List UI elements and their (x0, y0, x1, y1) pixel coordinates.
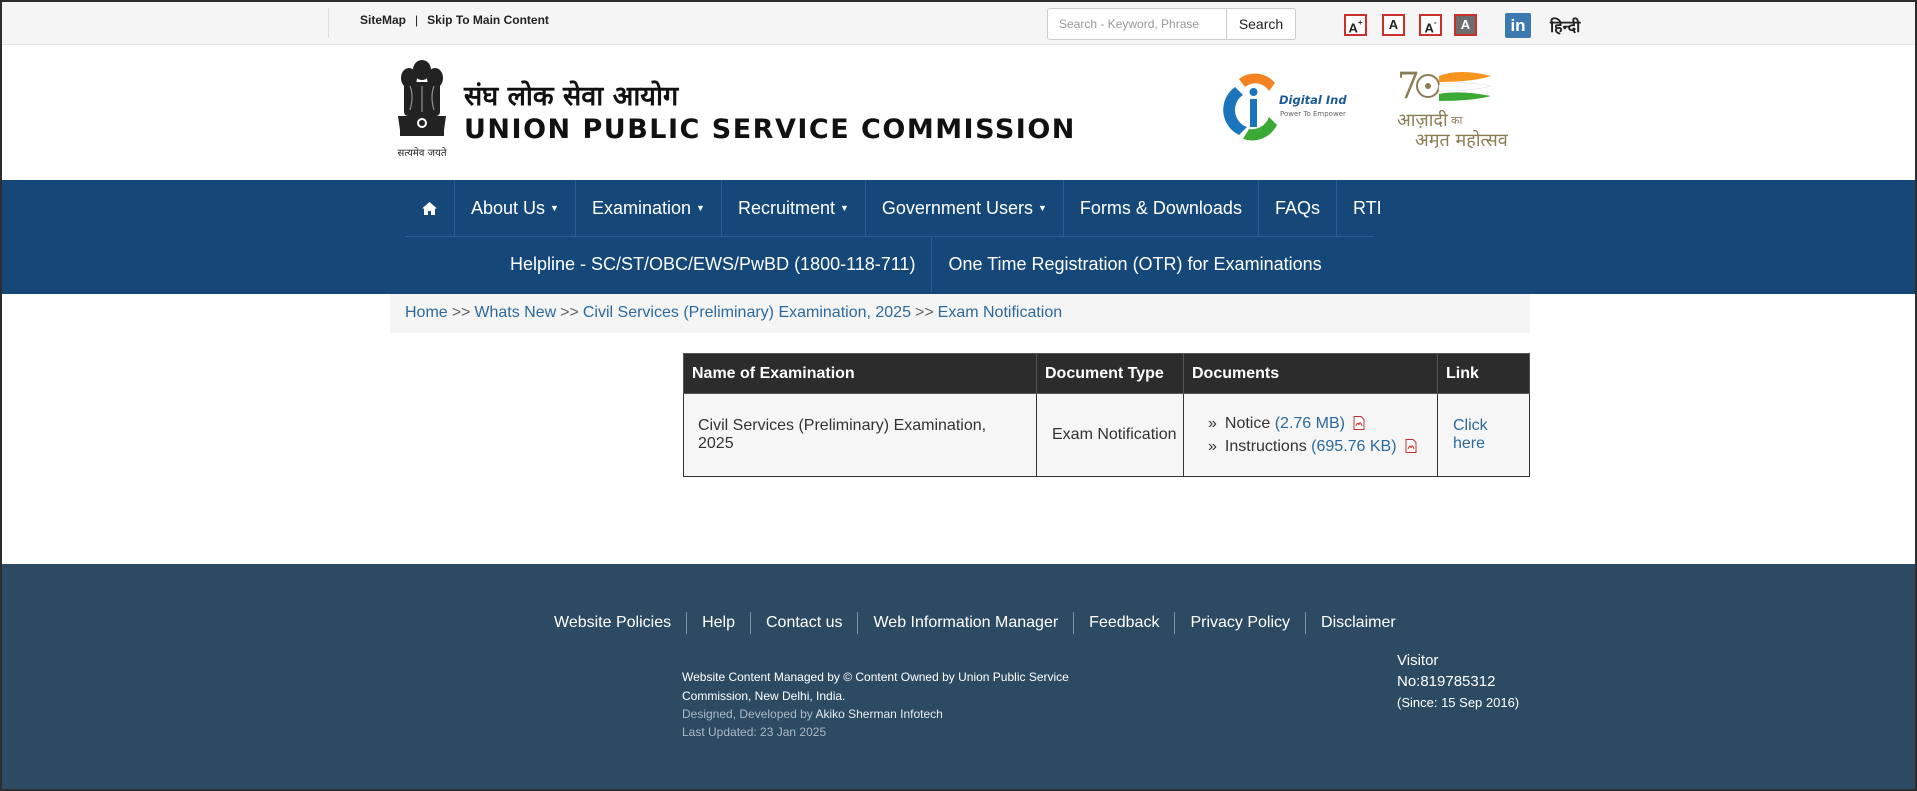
document-size-link[interactable]: (2.76 MB) (1275, 415, 1345, 432)
nav-home[interactable] (405, 180, 455, 236)
digital-india-text: Digital India (1279, 93, 1347, 107)
azadi-text-ka: का (1451, 114, 1462, 127)
document-item[interactable]: » Instructions (695.76 KB) (1208, 435, 1437, 458)
search-form: Search (1047, 8, 1296, 40)
visitor-number: No:819785312 (1397, 673, 1496, 690)
site-title-english: UNION PUBLIC SERVICE COMMISSION (464, 114, 1076, 145)
nav-row-1: About Us ▼ Examination ▼ Recruitment ▼ Gove… (405, 180, 1398, 236)
top-separator: | (415, 13, 419, 27)
visitor-counter: Visitor No:819785312 (Since: 15 Sep 2016… (1397, 650, 1537, 713)
search-input[interactable] (1047, 8, 1227, 40)
hindi-language-link[interactable]: हिन्दी (1550, 15, 1580, 37)
font-decrease-button[interactable]: A- (1419, 14, 1442, 36)
top-links: SiteMap | Skip To Main Content (360, 13, 549, 27)
nav-about-us[interactable]: About Us ▼ (455, 180, 576, 236)
cell-exam-name: Civil Services (Preliminary) Examination… (683, 393, 1037, 477)
chevron-down-icon: ▼ (839, 203, 849, 213)
breadcrumb-current[interactable]: Exam Notification (938, 304, 1063, 321)
nav-row-2: Helpline - SC/ST/OBC/EWS/PwBD (1800-118-… (494, 236, 1338, 292)
nav-forms-downloads[interactable]: Forms & Downloads (1064, 180, 1259, 236)
nav-examination[interactable]: Examination ▼ (576, 180, 722, 236)
linkedin-icon[interactable]: in (1505, 13, 1531, 38)
click-here-link[interactable]: Click here (1453, 417, 1488, 452)
chevron-down-icon: ▼ (696, 203, 705, 213)
footer-link-contact-us[interactable]: Contact us (751, 612, 859, 634)
national-emblem-logo[interactable]: सत्यमेव जयते (392, 56, 452, 160)
skip-to-main-link[interactable]: Skip To Main Content (427, 13, 549, 27)
footer: Website Policies Help Contact us Web Inf… (2, 564, 1915, 789)
main-navigation: About Us ▼ Examination ▼ Recruitment ▼ Gove… (2, 180, 1915, 294)
table-row: Civil Services (Preliminary) Examination… (683, 393, 1530, 477)
high-contrast-button[interactable]: A (1454, 14, 1477, 36)
nav-recruitment[interactable]: Recruitment ▼ (722, 180, 866, 236)
footer-managed-by: Website Content Managed by © Content Own… (682, 670, 1069, 703)
digital-india-logo[interactable]: Digital India Power To Empower (1217, 65, 1347, 147)
nav-rti[interactable]: RTI (1337, 180, 1398, 236)
azadi-text-1: आज़ादी (1397, 109, 1448, 131)
col-header-link: Link (1437, 353, 1530, 394)
document-size-link[interactable]: (695.76 KB) (1311, 438, 1396, 455)
chevron-down-icon: ▼ (1037, 203, 1047, 213)
cell-doc-type: Exam Notification (1036, 393, 1184, 477)
footer-designed-by: Designed, Developed by Akiko Sherman Inf… (682, 705, 943, 723)
font-increase-button[interactable]: A+ (1344, 14, 1367, 36)
nav-government-users[interactable]: Government Users ▼ (866, 180, 1064, 236)
footer-links: Website Policies Help Contact us Web Inf… (554, 612, 1411, 634)
pdf-icon[interactable] (1405, 439, 1417, 453)
col-header-type: Document Type (1036, 353, 1184, 394)
breadcrumb-exam[interactable]: Civil Services (Preliminary) Examination… (583, 304, 911, 321)
nav-helpline[interactable]: Helpline - SC/ST/OBC/EWS/PwBD (1800-118-… (494, 236, 933, 292)
nav-faqs[interactable]: FAQs (1259, 180, 1337, 236)
footer-link-disclaimer[interactable]: Disclaimer (1306, 612, 1411, 634)
visitor-label: Visitor (1397, 652, 1439, 669)
document-label: Notice (1224, 415, 1271, 432)
emblem-motto: सत्यमेव जयते (397, 147, 446, 159)
azadi-text-2: अमृत महोत्सव (1415, 129, 1509, 148)
cell-documents: » Notice (2.76 MB) » Instructions (695.76 … (1183, 393, 1438, 477)
pdf-icon[interactable] (1353, 416, 1365, 430)
sitemap-link[interactable]: SiteMap (360, 13, 406, 27)
footer-link-feedback[interactable]: Feedback (1074, 612, 1176, 634)
digital-india-tagline: Power To Empower (1280, 110, 1346, 118)
visitor-since: (Since: 15 Sep 2016) (1397, 695, 1520, 710)
table-header-row: Name of Examination Document Type Docume… (683, 353, 1530, 394)
footer-link-website-policies[interactable]: Website Policies (554, 612, 688, 634)
top-utility-bar: SiteMap | Skip To Main Content Search A+ A… (2, 2, 1915, 45)
breadcrumb: Home >> Whats New >> Civil Services (Prelimi… (390, 294, 1530, 333)
document-item[interactable]: » Notice (2.76 MB) (1208, 412, 1437, 435)
home-icon (422, 201, 437, 215)
col-header-name: Name of Examination (683, 353, 1037, 394)
divider (328, 8, 329, 38)
search-button[interactable]: Search (1227, 8, 1296, 40)
nav-otr[interactable]: One Time Registration (OTR) for Examinat… (932, 236, 1337, 292)
breadcrumb-separator: >> (451, 304, 471, 321)
breadcrumb-home[interactable]: Home (405, 304, 448, 321)
site-title-hindi: संघ लोक सेवा आयोग (464, 81, 679, 112)
cell-link: Click here (1437, 393, 1530, 477)
azadi-ka-amrit-mahotsav-logo[interactable]: 7 आज़ादी का अमृत महोत्सव (1395, 64, 1520, 148)
col-header-documents: Documents (1183, 353, 1438, 394)
chevron-down-icon: ▼ (550, 203, 559, 213)
font-normal-button[interactable]: A (1382, 14, 1405, 36)
page: SiteMap | Skip To Main Content Search A+ A… (2, 2, 1915, 789)
bullet: » (1208, 415, 1217, 432)
developer-link[interactable]: Akiko Sherman Infotech (815, 707, 942, 721)
bullet: » (1208, 438, 1217, 455)
exam-documents-table: Name of Examination Document Type Docume… (683, 353, 1530, 477)
breadcrumb-whats-new[interactable]: Whats New (474, 304, 556, 321)
designed-prefix: Designed, Developed by (682, 707, 813, 721)
last-updated: Last Updated: 23 Jan 2025 (682, 725, 827, 739)
footer-link-privacy-policy[interactable]: Privacy Policy (1175, 612, 1307, 634)
breadcrumb-separator: >> (560, 304, 579, 321)
footer-link-help[interactable]: Help (687, 612, 751, 634)
breadcrumb-separator: >> (914, 304, 934, 321)
footer-link-web-info-manager[interactable]: Web Information Manager (858, 612, 1075, 634)
document-label: Instructions (1224, 438, 1307, 455)
